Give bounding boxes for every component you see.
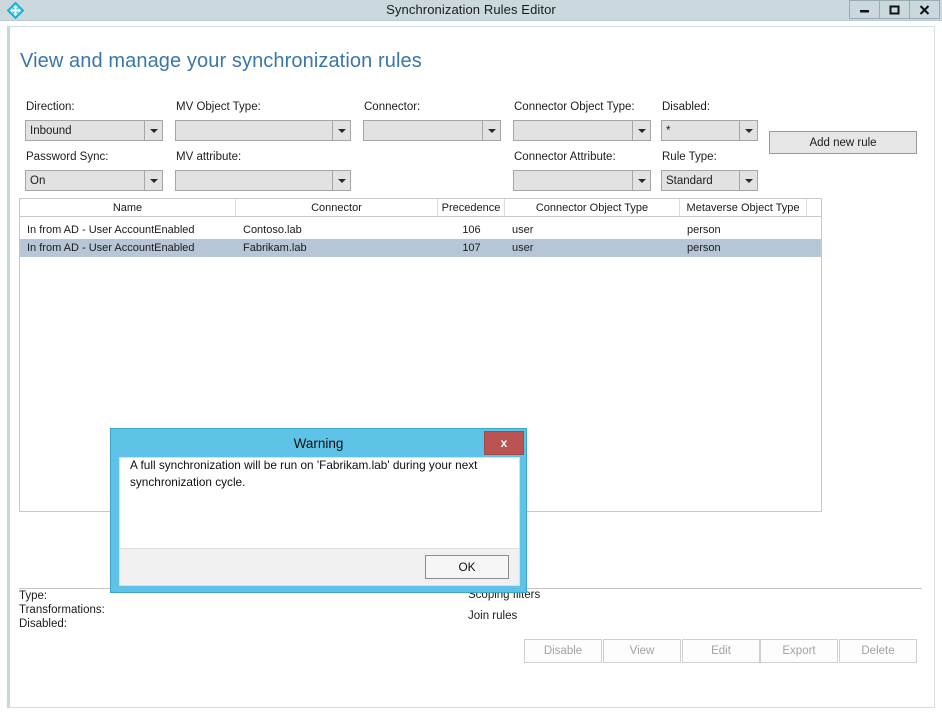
dialog-ok-button[interactable]: OK (425, 555, 509, 579)
disabled-value: * (666, 124, 671, 137)
mv-attribute-value (176, 171, 332, 190)
connector-object-type-dropdown[interactable] (513, 120, 651, 141)
cell-precedence: 106 (462, 224, 481, 236)
cell-name: In from AD - User AccountEnabled (27, 242, 195, 254)
chevron-down-icon[interactable] (632, 121, 650, 140)
chevron-down-icon[interactable] (144, 171, 162, 190)
edit-button[interactable]: Edit (682, 639, 760, 663)
label-direction: Direction: (26, 101, 75, 113)
detail-type-label: Type: (19, 590, 48, 602)
dialog-footer: OK (119, 549, 520, 586)
mv-object-type-value (176, 121, 332, 140)
window-title: Synchronization Rules Editor (386, 2, 556, 17)
delete-button[interactable]: Delete (839, 639, 917, 663)
column-header-metaverse-object-type[interactable]: Metaverse Object Type (680, 199, 807, 216)
dialog-title: Warning (293, 435, 344, 451)
connector-attribute-dropdown[interactable] (513, 170, 651, 191)
password-sync-dropdown[interactable]: On (25, 170, 163, 191)
detail-disabled-label: Disabled: (19, 618, 67, 630)
label-rule-type: Rule Type: (662, 151, 717, 163)
connector-object-type-value (514, 121, 632, 140)
detail-transformations-label: Transformations: (19, 604, 105, 616)
window-titlebar: Synchronization Rules Editor (0, 0, 942, 21)
label-password-sync: Password Sync: (26, 151, 109, 163)
direction-dropdown[interactable]: Inbound (25, 120, 163, 141)
close-icon[interactable] (909, 0, 940, 19)
cell-connector: Contoso.lab (243, 224, 302, 236)
view-button[interactable]: View (603, 639, 681, 663)
cell-name: In from AD - User AccountEnabled (27, 224, 195, 236)
window-controls (849, 0, 940, 19)
minimize-icon[interactable] (849, 0, 880, 19)
cell-metaverse-object-type: person (687, 242, 721, 254)
connector-dropdown[interactable] (363, 120, 501, 141)
label-mv-attribute: MV attribute: (176, 151, 242, 163)
chevron-down-icon[interactable] (144, 121, 162, 140)
chevron-down-icon[interactable] (739, 121, 757, 140)
join-rules-link[interactable]: Join rules (468, 610, 517, 622)
cell-metaverse-object-type: person (687, 224, 721, 236)
add-new-rule-button[interactable]: Add new rule (769, 131, 917, 154)
column-header-connector[interactable]: Connector (236, 199, 438, 216)
dialog-close-icon[interactable]: x (484, 431, 524, 455)
grid-header-row: Name Connector Precedence Connector Obje… (20, 199, 821, 217)
column-header-connector-object-type[interactable]: Connector Object Type (505, 199, 680, 216)
password-sync-value: On (30, 174, 46, 187)
rule-type-dropdown[interactable]: Standard (661, 170, 758, 191)
label-connector-attribute: Connector Attribute: (514, 151, 616, 163)
export-button[interactable]: Export (760, 639, 838, 663)
mv-object-type-dropdown[interactable] (175, 120, 351, 141)
cell-precedence: 107 (462, 242, 481, 254)
rule-type-value: Standard (666, 174, 713, 187)
connector-attribute-value (514, 171, 632, 190)
cell-connector: Fabrikam.lab (243, 242, 307, 254)
direction-value: Inbound (30, 124, 72, 137)
page-title: View and manage your synchronization rul… (20, 50, 422, 72)
chevron-down-icon[interactable] (332, 171, 350, 190)
table-row[interactable]: In from AD - User AccountEnabled Contoso… (20, 221, 821, 239)
sync-rules-editor-window: Synchronization Rules Editor View and ma… (0, 0, 942, 714)
dialog-message: A full synchronization will be run on 'F… (130, 458, 478, 489)
chevron-down-icon[interactable] (332, 121, 350, 140)
chevron-down-icon[interactable] (739, 171, 757, 190)
label-disabled-filter: Disabled: (662, 101, 710, 113)
maximize-icon[interactable] (879, 0, 910, 19)
chevron-down-icon[interactable] (482, 121, 500, 140)
column-header-name[interactable]: Name (20, 199, 236, 216)
disabled-dropdown[interactable]: * (661, 120, 758, 141)
label-connector: Connector: (364, 101, 421, 113)
label-connector-object-type: Connector Object Type: (514, 101, 635, 113)
disable-button[interactable]: Disable (524, 639, 602, 663)
cell-connector-object-type: user (512, 224, 534, 236)
connector-value (364, 121, 482, 140)
warning-dialog: Warning x A full synchronization will be… (110, 428, 527, 593)
table-row[interactable]: In from AD - User AccountEnabled Fabrika… (20, 239, 821, 257)
column-header-spacer (807, 199, 821, 216)
chevron-down-icon[interactable] (632, 171, 650, 190)
cell-connector-object-type: user (512, 242, 534, 254)
column-header-precedence[interactable]: Precedence (438, 199, 505, 216)
label-mv-object-type: MV Object Type: (176, 101, 261, 113)
mv-attribute-dropdown[interactable] (175, 170, 351, 191)
